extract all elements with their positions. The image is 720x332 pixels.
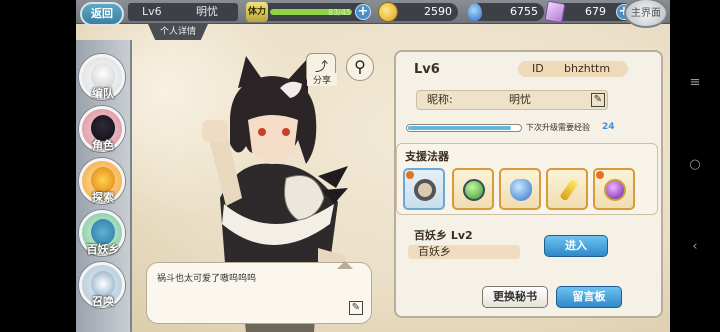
blue-gourd-icon (510, 179, 532, 201)
pencil-icon: ✎ (351, 302, 361, 313)
nav-team-label: 编队 (92, 87, 114, 100)
element-badge-icon (406, 171, 414, 179)
menu-icon[interactable]: ≡ (688, 76, 702, 90)
game-screen: 返回 Lv6 明忧 体力 83/45 + 2590 6755 679 + 主界面 (76, 0, 670, 332)
speech-text: 祸斗也太可爱了嗷呜呜呜 (157, 274, 257, 284)
nav-summon-label: 召唤 (92, 295, 114, 308)
gold-counter: 2590 (378, 2, 458, 22)
nav-character-label: 角色 (92, 139, 114, 152)
treasure-slot-4[interactable] (546, 168, 588, 210)
purple-orb-icon (604, 179, 626, 201)
gem-icon (544, 0, 566, 24)
share-label: 分享 (307, 73, 337, 86)
nav-team-button[interactable]: 编队 (79, 54, 125, 100)
player-id-box: ID bhzhttm (518, 61, 628, 77)
exp-bar (406, 124, 522, 132)
nav-character-button[interactable]: 角色 (79, 106, 125, 152)
support-treasures-section: 支援法器 (396, 143, 658, 215)
enter-village-button[interactable]: 进入 (544, 235, 608, 257)
player-name: 明忧 (196, 5, 218, 18)
village-title: 百妖乡 Lv2 (414, 229, 473, 242)
id-label: ID (532, 62, 544, 75)
add-stamina-button[interactable]: + (355, 4, 371, 20)
nickname-value: 明忧 (509, 93, 531, 106)
nickname-row: 昵称: 明忧 ✎ (416, 90, 608, 110)
profile-level: Lv6 (414, 62, 440, 77)
message-board-button[interactable]: 留言板 (556, 286, 622, 308)
treasure-slot-3[interactable] (499, 168, 541, 210)
gem-value: 679 (585, 5, 606, 18)
nickname-label: 昵称: (427, 93, 453, 106)
gold-value: 2590 (424, 5, 452, 18)
water-value: 6755 (510, 5, 538, 18)
nav-village-button[interactable]: 百妖乡 (79, 210, 125, 256)
left-nav: 编队 角色 探索 百妖乡 召唤 (76, 40, 132, 332)
green-orb-icon (463, 179, 485, 201)
village-name: 百妖乡 (408, 245, 520, 259)
scroll-dial-icon (414, 179, 436, 201)
pencil-icon: ✎ (593, 94, 603, 105)
golden-scepter-icon (559, 178, 579, 202)
top-bar: 返回 Lv6 明忧 体力 83/45 + 2590 6755 679 + (76, 0, 670, 26)
stamina-value: 83/45 (328, 8, 352, 17)
stamina-icon: 体力 (246, 2, 268, 22)
exp-bar-fill (408, 126, 511, 130)
nav-summon-button[interactable]: 召唤 (79, 262, 125, 308)
player-level: Lv6 (142, 5, 162, 18)
system-nav-bar: ≡ ○ ‹ (670, 0, 720, 332)
change-secretary-button[interactable]: 更换秘书 (482, 286, 548, 308)
nav-village-label: 百妖乡 (86, 243, 120, 256)
edit-speech-button[interactable]: ✎ (349, 301, 363, 315)
nav-explore-button[interactable]: 探索 (79, 158, 125, 204)
element-badge-icon (596, 171, 604, 179)
stamina-meter: 体力 83/45 (246, 2, 370, 22)
player-level-box: Lv6 明忧 (128, 3, 238, 21)
gold-coin-icon (378, 2, 398, 22)
share-button[interactable]: ⤴ 分享 (306, 53, 337, 86)
treasure-slot-1[interactable] (403, 168, 445, 210)
back-arrow-icon[interactable]: ‹ (688, 240, 702, 254)
exp-label: 下次升级需要经验 (526, 123, 590, 132)
sub-tab-profile-details: 个人详情 (148, 24, 208, 40)
magnifier-icon: ⚲ (354, 57, 366, 76)
nav-explore-label: 探索 (92, 191, 114, 204)
exp-needed: 24 (602, 122, 615, 132)
water-drop-icon (468, 3, 482, 21)
water-counter: 6755 (468, 3, 544, 21)
search-button[interactable]: ⚲ (346, 53, 374, 81)
id-value: bhzhttm (564, 62, 611, 75)
back-button[interactable]: 返回 (80, 2, 124, 26)
speech-bubble: 祸斗也太可爱了嗷呜呜呜 ✎ (146, 261, 372, 324)
treasure-slot-2[interactable] (452, 168, 494, 210)
edit-nickname-button[interactable]: ✎ (591, 93, 605, 107)
home-circle-icon[interactable]: ○ (688, 158, 702, 172)
support-treasures-title: 支援法器 (405, 150, 449, 163)
treasure-slot-5[interactable] (593, 168, 635, 210)
